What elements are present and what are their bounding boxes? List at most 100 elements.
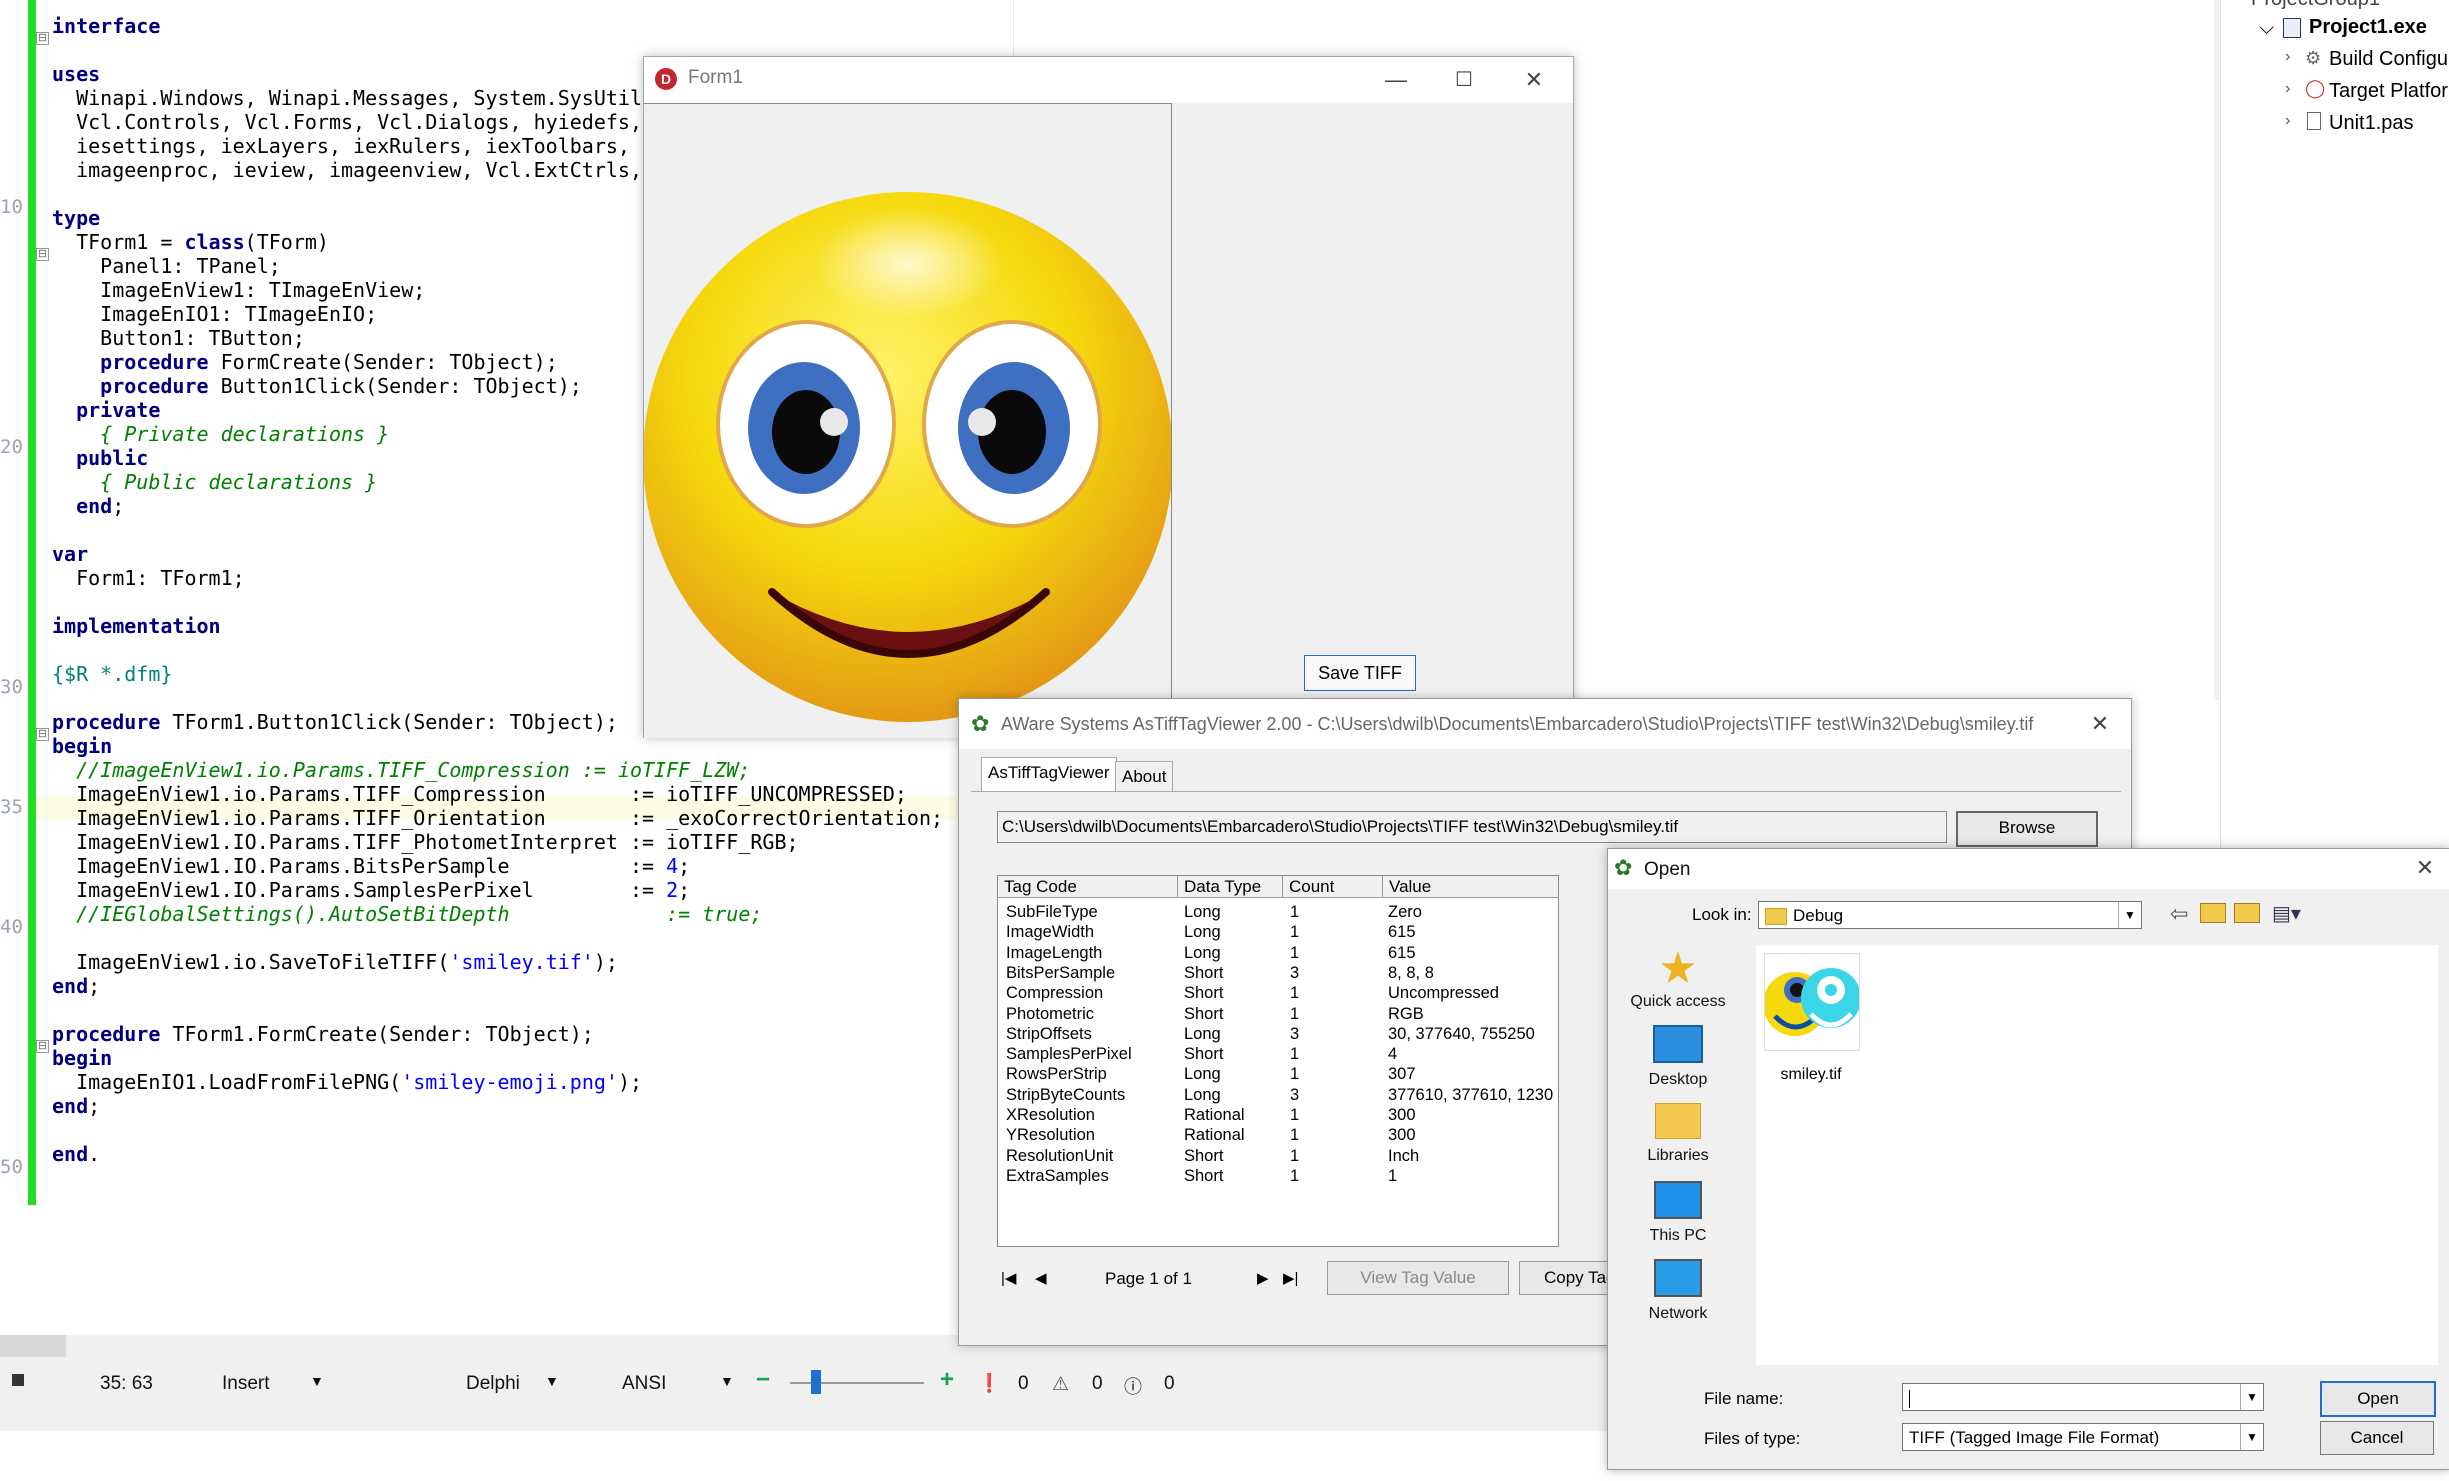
- zoom-out-icon[interactable]: −: [756, 1366, 770, 1394]
- table-row[interactable]: Photometric Short 1 RGB: [998, 1004, 1558, 1025]
- table-row[interactable]: BitsPerSample Short 3 8, 8, 8: [998, 963, 1558, 984]
- table-row[interactable]: ResolutionUnit Short 1 Inch: [998, 1146, 1558, 1167]
- chevron-right-icon[interactable]: ›: [2285, 112, 2290, 130]
- insert-mode[interactable]: Insert: [222, 1373, 270, 1395]
- zoom-in-icon[interactable]: +: [940, 1366, 954, 1394]
- place-network[interactable]: Network: [1618, 1259, 1738, 1323]
- table-cell: Rational: [1184, 1106, 1245, 1124]
- tree-item-target-platform[interactable]: Target Platforr: [2329, 80, 2449, 103]
- chevron-down-icon[interactable]: ▼: [2240, 1424, 2263, 1450]
- fold-toggle[interactable]: ⊟: [36, 1040, 49, 1053]
- view-menu-icon[interactable]: ▤▾: [2272, 901, 2301, 926]
- minimize-icon[interactable]: —: [1371, 63, 1421, 97]
- project-icon: [2283, 18, 2301, 38]
- table-row[interactable]: StripOffsets Long 3 30, 377640, 755250: [998, 1024, 1558, 1045]
- file-item[interactable]: smiley.tif: [1763, 953, 1861, 1083]
- maximize-icon[interactable]: ☐: [1439, 63, 1489, 97]
- table-row[interactable]: ExtraSamples Short 1 1: [998, 1166, 1558, 1187]
- open-button[interactable]: Open: [2320, 1381, 2436, 1417]
- save-tiff-button[interactable]: Save TIFF: [1304, 655, 1416, 691]
- tagviewer-titlebar[interactable]: ✿ AWare Systems AsTiffTagViewer 2.00 - C…: [959, 699, 2131, 749]
- file-path-field[interactable]: C:\Users\dwilb\Documents\Embarcadero\Stu…: [997, 811, 1947, 843]
- fold-toggle[interactable]: ⊟: [36, 248, 49, 261]
- encoding-dropdown-icon[interactable]: ▼: [720, 1373, 734, 1389]
- project-group[interactable]: ProjectGroup1: [2251, 0, 2380, 11]
- table-cell: ImageWidth: [1006, 923, 1095, 942]
- tab-astifftagviewer[interactable]: AsTiffTagViewer: [981, 757, 1117, 792]
- project-exe[interactable]: Project1.exe: [2309, 16, 2427, 39]
- place-libraries[interactable]: Libraries: [1618, 1103, 1738, 1165]
- code-token: ImageEnView1.IO.Params.TIFF_PhotometInte…: [52, 830, 799, 854]
- tree-item-build-config[interactable]: Build Configur: [2329, 48, 2449, 71]
- chevron-right-icon[interactable]: ›: [2285, 80, 2290, 98]
- chevron-down-icon[interactable]: ▼: [2240, 1384, 2263, 1410]
- tab-about[interactable]: About: [1115, 761, 1174, 792]
- language-dropdown-icon[interactable]: ▼: [545, 1373, 559, 1389]
- app-icon: ✿: [1614, 855, 1633, 880]
- language-label[interactable]: Delphi: [466, 1373, 520, 1395]
- code-token: end: [52, 974, 89, 998]
- code-token: begin: [52, 1046, 113, 1070]
- open-dialog-titlebar[interactable]: ✿ Open ✕: [1608, 849, 2449, 889]
- form1-titlebar[interactable]: D Form1 — ☐ ✕: [644, 57, 1573, 103]
- encoding-label[interactable]: ANSI: [622, 1373, 666, 1395]
- view-tag-value-button[interactable]: View Tag Value: [1327, 1261, 1509, 1295]
- column-header-count[interactable]: Count: [1283, 876, 1383, 898]
- tree-expander[interactable]: ⌵: [2259, 17, 2274, 40]
- files-of-type-select[interactable]: TIFF (Tagged Image File Format) ▼: [1902, 1423, 2264, 1451]
- file-name-input[interactable]: ▼: [1902, 1383, 2264, 1411]
- look-in-combo[interactable]: Debug ▼: [1758, 901, 2142, 929]
- table-row[interactable]: StripByteCounts Long 3 377610, 377610, 1230: [998, 1085, 1558, 1106]
- table-row[interactable]: ImageWidth Long 1 615: [998, 922, 1558, 943]
- place-desktop[interactable]: Desktop: [1618, 1025, 1738, 1089]
- new-folder-icon[interactable]: [2234, 903, 2260, 923]
- file-name-label: File name:: [1704, 1389, 1784, 1408]
- column-header-data-type[interactable]: Data Type: [1178, 876, 1283, 898]
- column-header-tag-code[interactable]: Tag Code: [998, 876, 1178, 898]
- chevron-right-icon[interactable]: ›: [2285, 48, 2290, 66]
- first-page-icon[interactable]: |◀: [1001, 1261, 1016, 1297]
- file-list[interactable]: smiley.tif: [1756, 945, 2438, 1365]
- close-icon[interactable]: ✕: [1509, 63, 1559, 97]
- table-cell: Long: [1184, 943, 1221, 962]
- table-cell: RowsPerStrip: [1006, 1065, 1107, 1084]
- stop-icon[interactable]: [12, 1374, 24, 1386]
- table-cell: XResolution: [1006, 1106, 1095, 1124]
- chevron-down-icon[interactable]: ▼: [2118, 902, 2141, 928]
- mode-dropdown-icon[interactable]: ▼: [310, 1373, 324, 1389]
- table-row[interactable]: YResolution Rational 1 300: [998, 1125, 1558, 1146]
- table-row[interactable]: Compression Short 1 Uncompressed: [998, 983, 1558, 1004]
- table-row[interactable]: ImageLength Long 1 615: [998, 943, 1558, 964]
- column-header-value[interactable]: Value: [1383, 876, 1558, 898]
- place-this-pc[interactable]: This PC: [1618, 1181, 1738, 1245]
- tree-item-unit[interactable]: Unit1.pas: [2329, 112, 2414, 135]
- close-icon[interactable]: ✕: [2400, 851, 2449, 885]
- fold-toggle[interactable]: ⊟: [36, 728, 49, 741]
- up-folder-icon[interactable]: [2200, 903, 2226, 923]
- fold-toggle[interactable]: ⊟: [36, 32, 49, 45]
- last-page-icon[interactable]: ▶|: [1283, 1261, 1298, 1297]
- browse-button[interactable]: Browse: [1956, 811, 2098, 847]
- code-line: ImageEnView1: TImageEnView;: [52, 278, 425, 302]
- line-number: 30: [0, 676, 23, 698]
- table-cell: Long: [1184, 903, 1221, 921]
- zoom-slider-thumb[interactable]: [811, 1370, 821, 1394]
- prev-page-icon[interactable]: ◀: [1035, 1261, 1047, 1297]
- place-quick-access[interactable]: ★ Quick access: [1618, 945, 1738, 1011]
- horizontal-scrollbar[interactable]: [0, 1335, 66, 1357]
- back-icon[interactable]: ⇦: [2170, 901, 2188, 927]
- table-row[interactable]: SamplesPerPixel Short 1 4: [998, 1044, 1558, 1065]
- code-token: { Private declarations }: [52, 422, 390, 446]
- table-row[interactable]: XResolution Rational 1 300: [998, 1105, 1558, 1126]
- close-icon[interactable]: ✕: [2075, 707, 2125, 741]
- tag-table[interactable]: Tag Code Data Type Count Value SubFileTy…: [997, 875, 1559, 1247]
- image-view[interactable]: [643, 103, 1173, 738]
- code-token: TForm1.Button1Click(Sender: TObject);: [160, 710, 618, 734]
- next-page-icon[interactable]: ▶: [1257, 1261, 1269, 1297]
- form1-window: D Form1 — ☐ ✕ Save TIFF: [643, 56, 1574, 738]
- table-row[interactable]: RowsPerStrip Long 1 307: [998, 1064, 1558, 1085]
- table-row[interactable]: SubFileType Long 1 Zero: [998, 902, 1558, 923]
- cancel-button[interactable]: Cancel: [2320, 1421, 2434, 1455]
- code-token: implementation: [52, 614, 221, 638]
